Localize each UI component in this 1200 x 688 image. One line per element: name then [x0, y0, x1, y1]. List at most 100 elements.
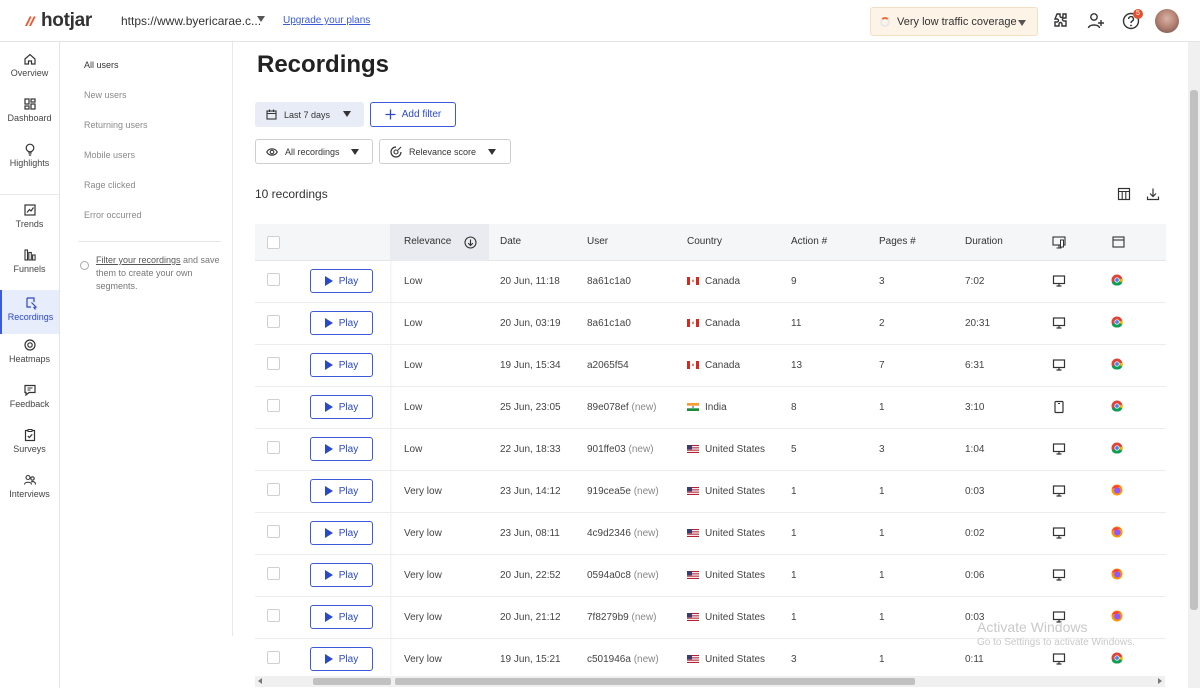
nav-trends[interactable]: Trends: [0, 203, 59, 247]
row-checkbox[interactable]: [267, 567, 280, 580]
column-relevance[interactable]: Relevance: [404, 236, 451, 247]
integrations-puzzle-icon[interactable]: [1050, 11, 1070, 31]
play-button[interactable]: Play: [310, 563, 373, 587]
site-caret-icon[interactable]: [257, 16, 265, 22]
relevance-cell: Very low: [404, 486, 442, 497]
user-cell[interactable]: 4c9d2346 (new): [587, 528, 659, 539]
table-row[interactable]: Play Very low 20 Jun, 22:52 0594a0c8 (new) U…: [255, 555, 1166, 597]
nav-surveys[interactable]: Surveys: [0, 428, 59, 472]
play-button[interactable]: Play: [310, 605, 373, 629]
user-cell[interactable]: 8a61c1a0: [587, 276, 631, 287]
browser-column-icon[interactable]: [1112, 236, 1125, 248]
table-row[interactable]: Play Very low 23 Jun, 14:12 919cea5e (new) U…: [255, 471, 1166, 513]
play-label: Play: [338, 569, 359, 581]
scroll-thumb-frozen[interactable]: [313, 678, 391, 685]
user-cell[interactable]: c501946a (new): [587, 654, 659, 665]
segment-returning-users[interactable]: Returning users: [84, 120, 148, 130]
user-cell[interactable]: 0594a0c8 (new): [587, 570, 659, 581]
row-checkbox[interactable]: [267, 315, 280, 328]
row-checkbox[interactable]: [267, 441, 280, 454]
row-checkbox[interactable]: [267, 399, 280, 412]
column-country[interactable]: Country: [687, 236, 722, 247]
nav-heatmaps[interactable]: Heatmaps: [0, 338, 59, 382]
windows-activation-watermark: Activate Windows Go to Settings to activ…: [977, 619, 1135, 648]
recordings-filter-dropdown[interactable]: All recordings: [255, 139, 373, 164]
user-avatar[interactable]: [1155, 9, 1179, 33]
new-user-tag: (new): [633, 528, 659, 539]
traffic-coverage-button[interactable]: Very low traffic coverage: [870, 7, 1038, 36]
user-cell[interactable]: 919cea5e (new): [587, 486, 659, 497]
table-row[interactable]: Play Very low 23 Jun, 08:11 4c9d2346 (new) U…: [255, 513, 1166, 555]
nav-dashboard[interactable]: Dashboard: [0, 97, 59, 141]
row-checkbox[interactable]: [267, 357, 280, 370]
row-checkbox[interactable]: [267, 483, 280, 496]
column-pages[interactable]: Pages #: [879, 236, 916, 247]
user-cell[interactable]: a2065f54: [587, 360, 629, 371]
play-button[interactable]: Play: [310, 647, 373, 671]
user-cell[interactable]: 7f8279b9 (new): [587, 612, 657, 623]
play-button[interactable]: Play: [310, 395, 373, 419]
segment-all-users[interactable]: All users: [84, 60, 119, 70]
segment-mobile-users[interactable]: Mobile users: [84, 150, 135, 160]
table-row[interactable]: Play Low 19 Jun, 15:34 a2065f54 Canada 13 7 6:3…: [255, 345, 1166, 387]
play-button[interactable]: Play: [310, 311, 373, 335]
date-cell: 20 Jun, 11:18: [500, 276, 560, 287]
play-button[interactable]: Play: [310, 479, 373, 503]
table-row[interactable]: Play Low 25 Jun, 23:05 89e078ef (new) India 8…: [255, 387, 1166, 429]
segment-new-users[interactable]: New users: [84, 90, 127, 100]
scroll-thumb[interactable]: [395, 678, 915, 685]
column-user[interactable]: User: [587, 236, 608, 247]
nav-highlights[interactable]: Highlights: [0, 142, 59, 186]
download-icon[interactable]: [1146, 187, 1160, 201]
columns-icon[interactable]: [1117, 187, 1131, 201]
vertical-scrollbar[interactable]: [1188, 42, 1200, 688]
user-cell[interactable]: 8a61c1a0: [587, 318, 631, 329]
column-duration[interactable]: Duration: [965, 236, 1003, 247]
device-column-icon[interactable]: [1052, 236, 1066, 249]
scroll-left-icon[interactable]: [258, 678, 262, 684]
segment-rage-clicked[interactable]: Rage clicked: [84, 180, 136, 190]
actions-cell: 1: [791, 570, 797, 581]
column-date[interactable]: Date: [500, 236, 521, 247]
firefox-icon: [1111, 568, 1123, 580]
sort-desc-icon[interactable]: [464, 236, 477, 249]
segments-panel: All users New users Returning users Mobi…: [60, 42, 233, 636]
nav-recordings[interactable]: Recordings: [0, 290, 59, 334]
select-all-checkbox[interactable]: [267, 236, 280, 249]
horizontal-scrollbar[interactable]: [255, 676, 1165, 687]
site-selector[interactable]: https://www.byericarae.c...: [121, 14, 261, 28]
actions-cell: 13: [791, 360, 803, 371]
nav-funnels[interactable]: Funnels: [0, 248, 59, 292]
nav-overview[interactable]: Overview: [0, 52, 59, 96]
play-button[interactable]: Play: [310, 437, 373, 461]
table-row[interactable]: Play Low 22 Jun, 18:33 901ffe03 (new) United…: [255, 429, 1166, 471]
table-row[interactable]: Play Low 20 Jun, 03:19 8a61c1a0 Canada 11 2 20:…: [255, 303, 1166, 345]
row-checkbox[interactable]: [267, 609, 280, 622]
segment-error-occurred[interactable]: Error occurred: [84, 210, 142, 220]
scroll-right-icon[interactable]: [1158, 678, 1162, 684]
nav-interviews[interactable]: Interviews: [0, 473, 59, 517]
table-row[interactable]: Play Low 20 Jun, 11:18 8a61c1a0 Canada 9 3 7:02: [255, 261, 1166, 303]
play-button[interactable]: Play: [310, 353, 373, 377]
column-actions[interactable]: Action #: [791, 236, 827, 247]
row-checkbox[interactable]: [267, 651, 280, 664]
nav-feedback[interactable]: Feedback: [0, 383, 59, 427]
user-cell[interactable]: 901ffe03 (new): [587, 444, 654, 455]
actions-cell: 1: [791, 486, 797, 497]
hotjar-logo[interactable]: hotjar: [22, 9, 92, 33]
filter-recordings-link[interactable]: Filter your recordings: [96, 255, 181, 265]
firefox-icon: [1111, 526, 1123, 538]
user-id: 8a61c1a0: [587, 318, 631, 329]
row-checkbox[interactable]: [267, 273, 280, 286]
sort-dropdown[interactable]: Relevance score: [379, 139, 511, 164]
play-label: Play: [338, 317, 359, 329]
row-checkbox[interactable]: [267, 525, 280, 538]
upgrade-link[interactable]: Upgrade your plans: [283, 15, 370, 26]
date-range-button[interactable]: Last 7 days: [255, 102, 364, 127]
play-button[interactable]: Play: [310, 521, 373, 545]
add-filter-button[interactable]: Add filter: [370, 102, 456, 127]
play-button[interactable]: Play: [310, 269, 373, 293]
invite-user-icon[interactable]: [1086, 11, 1106, 31]
user-cell[interactable]: 89e078ef (new): [587, 402, 657, 413]
vertical-scroll-thumb[interactable]: [1190, 90, 1198, 610]
